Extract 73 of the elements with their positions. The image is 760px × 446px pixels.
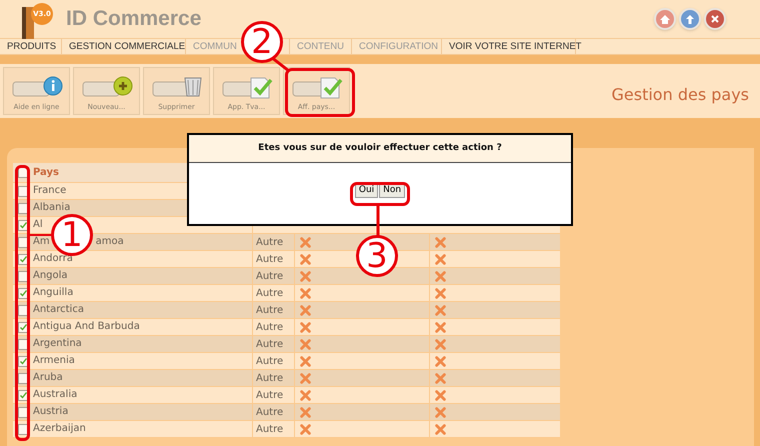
cross-icon bbox=[300, 322, 311, 332]
table-cell-text: Autre bbox=[256, 304, 284, 318]
table-cell-text: Autre bbox=[256, 286, 284, 300]
nav-menu-item[interactable]: CONFIGURATION bbox=[359, 39, 438, 54]
nav-menu-item[interactable]: COMMUN bbox=[193, 39, 237, 54]
cross-icon bbox=[435, 356, 446, 366]
cross-icon bbox=[300, 424, 311, 434]
table-cell: Angola bbox=[33, 270, 68, 282]
table-cell: Azerbaijan bbox=[33, 423, 86, 435]
cross-icon bbox=[435, 304, 446, 316]
highlight-frame bbox=[350, 182, 410, 206]
table-cell: Australia bbox=[33, 389, 78, 401]
table-cell: Aruba bbox=[33, 372, 63, 384]
leader-line bbox=[270, 56, 290, 72]
dialog-message: Etes vous sur de vouloir effectuer cette action ? bbox=[258, 142, 502, 155]
up-arrow-icon bbox=[685, 14, 695, 24]
nav-menu-item[interactable]: CONTENU bbox=[297, 39, 344, 54]
cross-icon bbox=[435, 288, 446, 298]
table-cell: Al bbox=[33, 219, 43, 231]
table-cell-text: Autre bbox=[256, 388, 284, 402]
nav-menu-item[interactable]: GESTION COMMERCIALE bbox=[69, 39, 186, 54]
cross-icon bbox=[300, 304, 311, 316]
table-cell: Albania bbox=[33, 202, 70, 214]
table-cell-text: Autre bbox=[256, 338, 284, 352]
home-button[interactable] bbox=[654, 8, 676, 30]
leader-line bbox=[376, 205, 380, 237]
leader-line bbox=[29, 234, 51, 236]
table-cell-text: Autre bbox=[256, 320, 284, 334]
cross-icon bbox=[300, 288, 311, 298]
cross-icon bbox=[300, 270, 311, 282]
cross-icon bbox=[300, 338, 311, 350]
table-cell: France bbox=[33, 185, 66, 197]
close-icon bbox=[710, 14, 720, 24]
table-cell: Argentina bbox=[33, 338, 82, 350]
table-cell-text: Autre bbox=[256, 252, 284, 266]
highlight-frame bbox=[285, 68, 355, 117]
table-cell: Antarctica bbox=[33, 304, 84, 316]
cross-icon bbox=[435, 406, 446, 418]
page-title: Gestion des pays bbox=[612, 84, 749, 106]
cross-icon bbox=[300, 236, 311, 248]
app-title: ID Commerce bbox=[66, 6, 202, 32]
cross-icon bbox=[435, 424, 446, 434]
table-cell: Andorra bbox=[33, 253, 73, 265]
cross-icon bbox=[300, 254, 311, 264]
table-cell: Antigua And Barbuda bbox=[33, 321, 140, 333]
up-button[interactable] bbox=[679, 8, 701, 30]
cross-icon bbox=[435, 236, 446, 248]
close-button[interactable] bbox=[704, 8, 726, 30]
table-cell: Austria bbox=[33, 406, 68, 418]
table-cell: Armenia bbox=[33, 355, 75, 367]
table-cell-text: Autre bbox=[256, 406, 284, 420]
home-icon bbox=[659, 14, 671, 24]
cross-icon bbox=[300, 390, 311, 400]
table-cell-text: Autre bbox=[256, 372, 284, 386]
cross-icon bbox=[435, 372, 446, 384]
table-cell: amoa bbox=[96, 236, 124, 248]
nav-menu-item[interactable]: PRODUITS bbox=[7, 39, 56, 54]
nav-menu-item[interactable]: VOIR VOTRE SITE INTERNET bbox=[449, 39, 582, 54]
column-header[interactable]: Pays bbox=[33, 165, 59, 180]
table-cell-text: Autre bbox=[256, 236, 284, 250]
table-cell-text: Autre bbox=[256, 270, 284, 284]
table-cell: Anguilla bbox=[33, 287, 74, 299]
cross-icon bbox=[435, 254, 446, 264]
table-cell-text: Autre bbox=[256, 422, 284, 436]
table-cell: Am bbox=[33, 236, 50, 248]
table-cell-text: Autre bbox=[256, 354, 284, 368]
cross-icon bbox=[435, 338, 446, 350]
cross-icon bbox=[435, 322, 446, 332]
cross-icon bbox=[435, 390, 446, 400]
cross-icon bbox=[435, 270, 446, 282]
cross-icon bbox=[300, 406, 311, 418]
cross-icon bbox=[300, 356, 311, 366]
cross-icon bbox=[300, 372, 311, 384]
